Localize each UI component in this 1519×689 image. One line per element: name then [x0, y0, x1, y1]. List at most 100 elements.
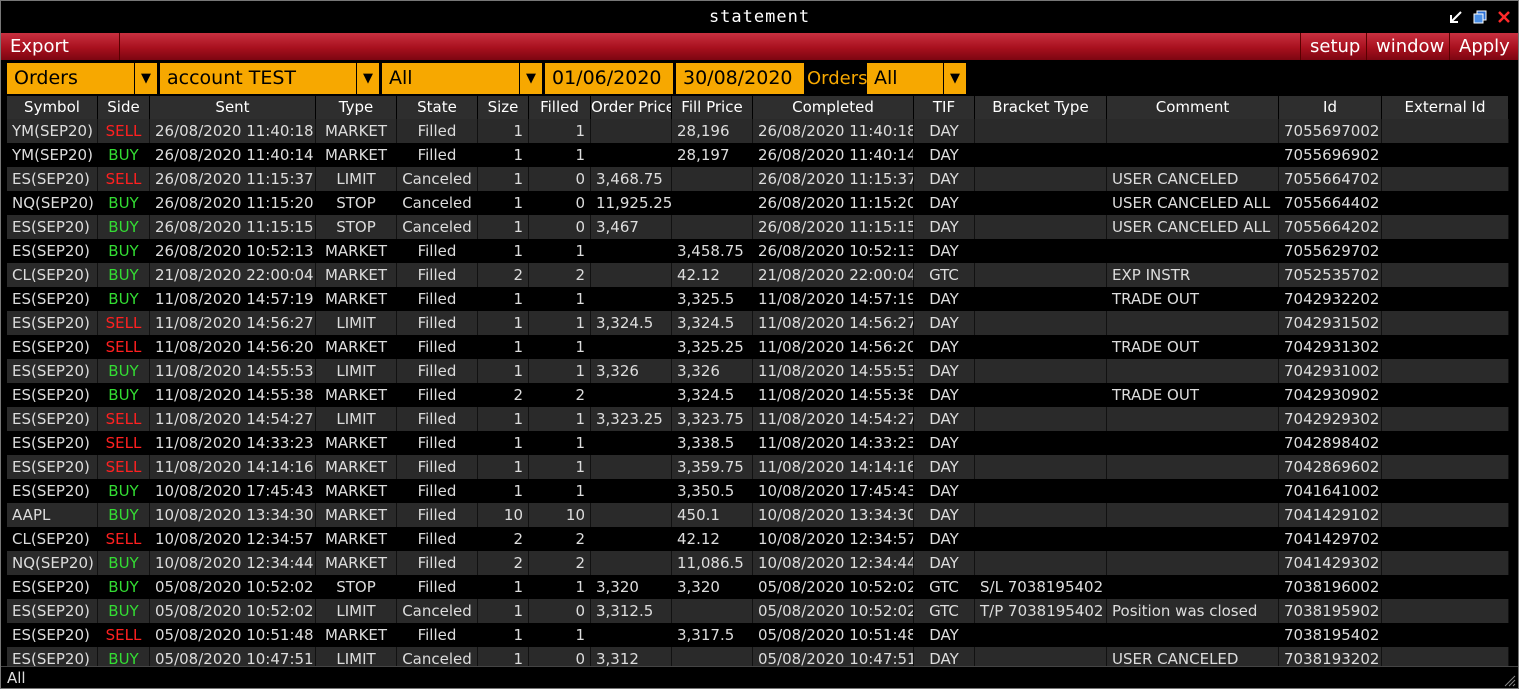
column-header-comment[interactable]: Comment [1107, 96, 1279, 119]
column-header-order-price[interactable]: Order Price [591, 96, 672, 119]
column-header-bracket-type[interactable]: Bracket Type [975, 96, 1107, 119]
date-from-field[interactable]: 01/06/2020 [545, 63, 673, 94]
table-row[interactable]: ES(SEP20) BUY 10/08/2020 17:45:43 MARKET Fil… [7, 479, 1509, 503]
table-row[interactable]: ES(SEP20) BUY 11/08/2020 14:55:53 LIMIT Fill… [7, 359, 1509, 383]
cell-completed: 05/08/2020 10:52:02 [753, 599, 914, 623]
cell-type: MARKET [316, 455, 397, 479]
cell-comment [1107, 407, 1279, 431]
cell-order-price [591, 335, 672, 359]
table-row[interactable]: ES(SEP20) BUY 26/08/2020 11:15:15 STOP Cance… [7, 215, 1509, 239]
cell-comment [1107, 455, 1279, 479]
table-row[interactable]: CL(SEP20) SELL 10/08/2020 12:34:57 MARKET Fi… [7, 527, 1509, 551]
account-select[interactable]: account TEST ▼ [160, 63, 379, 94]
cell-external-id [1382, 191, 1509, 215]
cell-comment [1107, 239, 1279, 263]
column-header-symbol[interactable]: Symbol [7, 96, 98, 119]
cell-size: 1 [478, 599, 529, 623]
cell-side: BUY [98, 143, 150, 167]
column-header-id[interactable]: Id [1279, 96, 1382, 119]
table-row[interactable]: YM(SEP20) SELL 26/08/2020 11:40:18 MARKET Fi… [7, 119, 1509, 143]
table-row[interactable]: NQ(SEP20) BUY 10/08/2020 12:34:44 MARKET Fil… [7, 551, 1509, 575]
chevron-down-icon[interactable]: ▼ [519, 63, 542, 94]
orders-status-select[interactable]: All ▼ [867, 63, 966, 94]
table-row[interactable]: ES(SEP20) SELL 11/08/2020 14:56:27 LIMIT Fil… [7, 311, 1509, 335]
cell-sent: 10/08/2020 17:45:43 [150, 479, 316, 503]
cell-symbol: NQ(SEP20) [7, 551, 98, 575]
apply-button[interactable]: Apply [1449, 33, 1518, 60]
type-select[interactable]: Orders ▼ [7, 63, 157, 94]
cell-symbol: ES(SEP20) [7, 311, 98, 335]
date-to-field[interactable]: 30/08/2020 [676, 63, 804, 94]
table-row[interactable]: ES(SEP20) BUY 26/08/2020 10:52:13 MARKET Fil… [7, 239, 1509, 263]
chevron-down-icon[interactable]: ▼ [943, 63, 966, 94]
cell-type: MARKET [316, 623, 397, 647]
chevron-down-icon[interactable]: ▼ [134, 63, 157, 94]
cell-order-price [591, 527, 672, 551]
column-header-sent[interactable]: Sent [150, 96, 316, 119]
restore-icon[interactable] [1472, 9, 1488, 25]
cell-symbol: ES(SEP20) [7, 239, 98, 263]
cell-symbol: NQ(SEP20) [7, 191, 98, 215]
table-row[interactable]: ES(SEP20) SELL 11/08/2020 14:33:23 MARKET Fi… [7, 431, 1509, 455]
setup-button[interactable]: setup [1300, 33, 1366, 60]
table-row[interactable]: ES(SEP20) SELL 11/08/2020 14:54:27 LIMIT Fil… [7, 407, 1509, 431]
table-row[interactable]: NQ(SEP20) BUY 26/08/2020 11:15:20 STOP Cance… [7, 191, 1509, 215]
orders-table: Symbol Side Sent Type State Size Filled Order P… [7, 96, 1509, 671]
cell-comment [1107, 503, 1279, 527]
column-header-side[interactable]: Side [98, 96, 150, 119]
minimize-icon[interactable] [1448, 9, 1464, 25]
table-row[interactable]: CL(SEP20) BUY 21/08/2020 22:00:04 MARKET Fil… [7, 263, 1509, 287]
cell-id: 7042931002 [1279, 359, 1382, 383]
column-header-external-id[interactable]: External Id [1382, 96, 1509, 119]
cell-state: Filled [397, 455, 478, 479]
cell-id: 7055696902 [1279, 143, 1382, 167]
table-row[interactable]: AAPL BUY 10/08/2020 13:34:30 MARKET Filled 10… [7, 503, 1509, 527]
symbol-select[interactable]: All ▼ [382, 63, 542, 94]
cell-order-price: 11,925.25 [591, 191, 672, 215]
table-row[interactable]: ES(SEP20) BUY 05/08/2020 10:52:02 STOP Fille… [7, 575, 1509, 599]
cell-fill-price: 3,359.75 [672, 455, 753, 479]
table-row[interactable]: ES(SEP20) BUY 11/08/2020 14:57:19 MARKET Fil… [7, 287, 1509, 311]
table-row[interactable]: ES(SEP20) BUY 11/08/2020 14:55:38 MARKET Fil… [7, 383, 1509, 407]
export-csv-button[interactable]: Export CSV [1, 33, 120, 84]
cell-filled: 0 [529, 191, 591, 215]
chevron-down-icon[interactable]: ▼ [356, 63, 379, 94]
cell-type: MARKET [316, 527, 397, 551]
column-header-filled[interactable]: Filled [529, 96, 591, 119]
cell-comment [1107, 431, 1279, 455]
column-header-type[interactable]: Type [316, 96, 397, 119]
cell-order-price [591, 143, 672, 167]
column-header-size[interactable]: Size [478, 96, 529, 119]
cell-bracket-type [975, 143, 1107, 167]
cell-size: 1 [478, 143, 529, 167]
cell-bracket-type [975, 239, 1107, 263]
cell-side: BUY [98, 263, 150, 287]
close-icon[interactable] [1496, 9, 1512, 25]
resize-grip-icon[interactable] [1502, 673, 1516, 687]
cell-external-id [1382, 287, 1509, 311]
window-button[interactable]: window [1366, 33, 1449, 60]
cell-fill-price: 3,458.75 [672, 239, 753, 263]
cell-id: 7042929302 [1279, 407, 1382, 431]
table-row[interactable]: ES(SEP20) SELL 11/08/2020 14:14:16 MARKET Fi… [7, 455, 1509, 479]
cell-filled: 1 [529, 143, 591, 167]
cell-filled: 1 [529, 287, 591, 311]
table-row[interactable]: ES(SEP20) SELL 05/08/2020 10:51:48 MARKET Fi… [7, 623, 1509, 647]
table-row[interactable]: YM(SEP20) BUY 26/08/2020 11:40:14 MARKET Fil… [7, 143, 1509, 167]
cell-side: BUY [98, 191, 150, 215]
table-body: YM(SEP20) SELL 26/08/2020 11:40:18 MARKET Fi… [7, 119, 1509, 671]
title-bar[interactable]: statement [1, 1, 1518, 33]
table-row[interactable]: ES(SEP20) SELL 11/08/2020 14:56:20 MARKET Fi… [7, 335, 1509, 359]
column-header-fill-price[interactable]: Fill Price [672, 96, 753, 119]
cell-side: BUY [98, 503, 150, 527]
cell-comment [1107, 143, 1279, 167]
cell-tif: DAY [914, 239, 975, 263]
cell-fill-price [672, 191, 753, 215]
table-row[interactable]: ES(SEP20) BUY 05/08/2020 10:52:02 LIMIT Canc… [7, 599, 1509, 623]
cell-id: 7041429702 [1279, 527, 1382, 551]
table-row[interactable]: ES(SEP20) SELL 26/08/2020 11:15:37 LIMIT Can… [7, 167, 1509, 191]
cell-fill-price: 42.12 [672, 263, 753, 287]
column-header-completed[interactable]: Completed [753, 96, 914, 119]
column-header-tif[interactable]: TIF [914, 96, 975, 119]
column-header-state[interactable]: State [397, 96, 478, 119]
